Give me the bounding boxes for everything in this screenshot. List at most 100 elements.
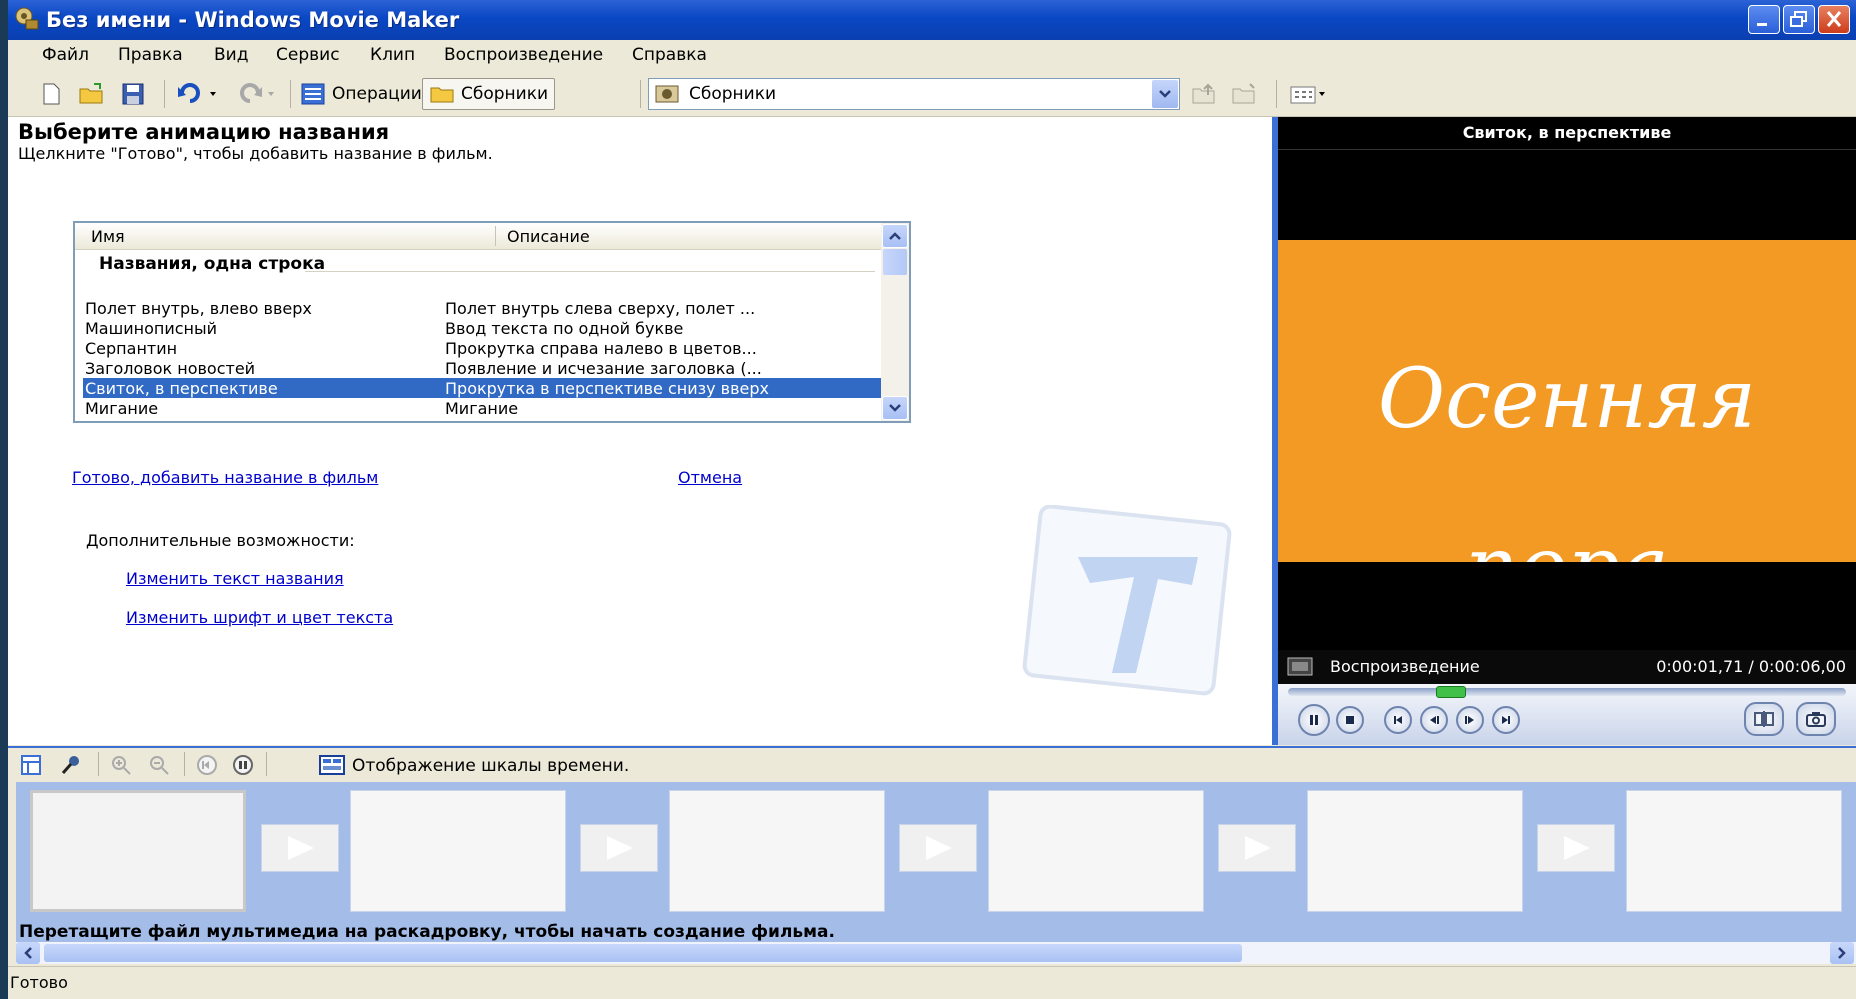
more-options-label: Дополнительные возможности: [86,531,355,550]
list-scrollbar[interactable] [881,223,909,421]
app-window: Без имени - Windows Movie Maker Файл Пра… [8,0,1856,999]
menu-edit[interactable]: Правка [118,45,183,65]
list-item[interactable]: Машинописный Ввод текста по одной букве [83,318,881,338]
transition-cell[interactable] [261,824,339,872]
title-animation-list[interactable]: Имя Описание Названия, одна строка Полет… [73,221,911,423]
play-storyboard-button[interactable] [230,752,256,778]
list-item[interactable]: Полет внутрь, влево вверх Полет внутрь сл… [83,298,881,318]
show-timeline-button[interactable] [318,752,346,778]
transition-cell[interactable] [899,824,977,872]
list-item[interactable]: Заголовок новостей Появление и исчезание … [83,358,881,378]
storyboard-frame[interactable] [669,790,885,912]
zoom-out-button[interactable] [146,752,172,778]
movie-maker-icon [14,6,40,32]
playback-mode-label: Воспроизведение [1330,657,1480,676]
storyboard-scrollbar[interactable] [16,942,1856,964]
zoom-in-button[interactable] [108,752,134,778]
restore-button[interactable] [1783,5,1815,34]
storyboard-toolbar: Отображение шкалы времени. [8,746,1856,782]
transition-cell[interactable] [580,824,658,872]
step-forward-button[interactable] [1456,706,1484,734]
collections-label: Сборники [461,84,549,104]
transition-arrow-icon [1564,836,1590,860]
combo-dropdown-button[interactable] [1152,80,1178,108]
seek-bar-knob[interactable] [1436,686,1466,698]
scroll-up-button[interactable] [882,224,908,248]
edit-title-text-link[interactable]: Изменить текст названия [126,569,344,588]
column-header-description[interactable]: Описание [507,227,590,246]
storyboard-frame[interactable] [1307,790,1523,912]
menu-help[interactable]: Справка [632,45,707,65]
menu-view[interactable]: Вид [214,45,248,65]
menu-playback[interactable]: Воспроизведение [444,45,603,65]
menu-clip[interactable]: Клип [370,45,415,65]
list-item[interactable]: Уменьшение Уменьшение [83,418,881,421]
next-frame-button[interactable] [1492,706,1520,734]
storyboard-frame[interactable] [988,790,1204,912]
list-item-description: Мигание [445,399,519,418]
monitor-icon [1287,657,1313,676]
column-divider [495,226,496,246]
new-collection-button[interactable] [1230,78,1260,110]
pane-heading: Выберите анимацию названия [18,120,390,144]
storyboard-frame[interactable] [350,790,566,912]
show-timeline-label[interactable]: Отображение шкалы времени. [352,756,629,776]
rewind-storyboard-button[interactable] [194,752,220,778]
column-header-name[interactable]: Имя [91,227,125,246]
close-button[interactable] [1818,5,1850,34]
scroll-thumb[interactable] [883,249,907,275]
seek-bar[interactable] [1288,688,1846,696]
list-item[interactable]: Серпантин Прокрутка справа налево в цвето… [83,338,881,358]
menu-tools[interactable]: Сервис [276,45,340,65]
list-item-description: Прокрутка в перспективе снизу вверх [445,379,770,398]
views-icon [1290,86,1325,104]
transition-cell[interactable] [1218,824,1296,872]
open-folder-icon [79,83,103,104]
views-button[interactable] [1288,78,1330,110]
preview-screen: Осенняя пора [1278,240,1856,562]
menu-file[interactable]: Файл [42,45,89,65]
collections-combobox[interactable]: Сборники [648,78,1180,110]
status-bar: Готово [8,966,1856,999]
transition-arrow-icon [1245,836,1271,860]
snapshot-button[interactable] [1796,702,1836,736]
storyboard-view-button[interactable] [18,752,44,778]
toolbar-separator [164,80,165,108]
collections-folder-icon [430,87,454,103]
toolbar-separator [290,80,291,108]
previous-frame-button[interactable] [1384,706,1412,734]
rewind-icon [197,755,217,775]
undo-button[interactable] [176,78,222,110]
edit-font-color-link[interactable]: Изменить шрифт и цвет текста [126,608,393,627]
collections-button[interactable]: Сборники [422,78,556,110]
open-project-button[interactable] [78,78,106,110]
split-clip-button[interactable] [1744,702,1784,736]
operations-button[interactable]: Операции [300,78,422,110]
storyboard[interactable] [16,782,1856,942]
minimize-button[interactable] [1748,5,1780,34]
done-add-title-link[interactable]: Готово, добавить название в фильм [72,468,378,487]
up-level-button[interactable] [1190,78,1220,110]
scroll-right-button[interactable] [1830,942,1854,964]
storyboard-frame[interactable] [30,790,246,912]
list-item-name: Свиток, в перспективе [85,379,278,398]
scroll-down-button[interactable] [882,396,908,420]
new-project-button[interactable] [38,78,64,110]
scroll-left-button[interactable] [16,942,40,964]
list-item[interactable]: Мигание Мигание [83,398,881,418]
storyboard-frame[interactable] [1626,790,1842,912]
save-project-button[interactable] [120,78,146,110]
narrate-button[interactable] [58,752,84,778]
pause-button[interactable] [1298,704,1330,736]
list-item[interactable]: Свиток, в перспективе Прокрутка в перспек… [83,378,881,398]
step-back-button[interactable] [1420,706,1448,734]
new-file-icon [43,83,60,105]
cancel-link[interactable]: Отмена [678,468,742,487]
save-icon [122,83,144,105]
stop-button[interactable] [1336,706,1364,734]
redo-button[interactable] [234,78,280,110]
scroll-thumb[interactable] [44,944,1242,962]
transition-cell[interactable] [1537,824,1615,872]
step-back-icon [1430,716,1439,724]
title-bar[interactable]: Без имени - Windows Movie Maker [8,0,1856,40]
